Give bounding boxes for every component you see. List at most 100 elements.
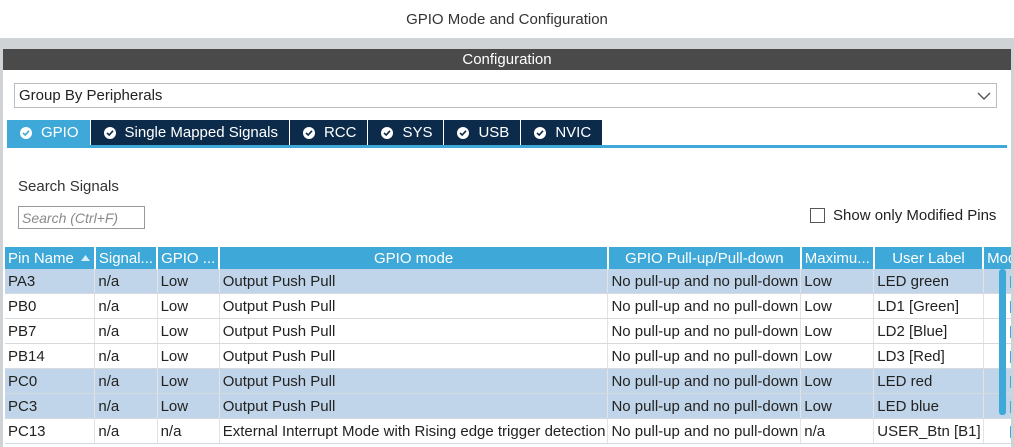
user-label-cell: LED green: [873, 269, 984, 294]
table-row[interactable]: PB0 n/a Low Output Push Pull No pull-up and …: [5, 293, 1011, 319]
pin-name-cell: PC13: [5, 418, 96, 444]
tab-single-mapped-signals[interactable]: Single Mapped Signals: [90, 120, 289, 145]
max-speed-cell: Low: [800, 318, 875, 344]
gpio-mode-cell: Output Push Pull: [219, 343, 609, 369]
pin-name-cell: PB14: [5, 343, 96, 369]
tab-label: RCC: [323, 124, 357, 141]
table-row[interactable]: PB7 n/a Low Output Push Pull No pull-up and …: [5, 318, 1011, 344]
column-header-gpio-mode[interactable]: GPIO mode: [219, 247, 609, 269]
group-by-value: Group By Peripherals: [19, 87, 163, 104]
show-modified-label: Show only Modified Pins: [833, 207, 997, 224]
table-row[interactable]: PC0 n/a Low Output Push Pull No pull-up and …: [5, 368, 1011, 394]
pull-cell: No pull-up and no pull-down: [607, 393, 802, 419]
pin-name-cell: PC0: [5, 368, 96, 394]
max-speed-cell: n/a: [800, 418, 875, 444]
modified-cell: [983, 269, 1011, 294]
user-label-cell: LED red: [873, 368, 984, 394]
modified-cell: [983, 343, 1011, 369]
modified-cell: [983, 293, 1011, 319]
checkbox-checked-icon: [1010, 325, 1011, 338]
configuration-header: Configuration: [3, 49, 1011, 70]
user-label-cell: USER_Btn [B1]: [873, 418, 984, 444]
signal-cell: n/a: [94, 318, 158, 344]
modified-cell: [983, 368, 1011, 394]
column-header-pull[interactable]: GPIO Pull-up/Pull-down: [607, 247, 802, 269]
column-header-modified[interactable]: Modified: [983, 247, 1011, 269]
user-label-cell: LD2 [Blue]: [873, 318, 984, 344]
column-header-max-speed[interactable]: Maximu...: [800, 247, 875, 269]
tab-gpio[interactable]: GPIO: [7, 120, 90, 145]
check-circle-icon: [534, 126, 547, 139]
user-label-cell: LD1 [Green]: [873, 293, 984, 319]
chevron-down-icon: [977, 92, 991, 100]
gpio-level-cell: Low: [157, 393, 220, 419]
pull-cell: No pull-up and no pull-down: [607, 293, 802, 319]
pin-name-cell: PB0: [5, 293, 96, 319]
table-row[interactable]: PA3 n/a Low Output Push Pull No pull-up and …: [5, 269, 1011, 294]
signal-cell: n/a: [94, 293, 158, 319]
checkbox-checked-icon: [1010, 350, 1011, 363]
column-header-user-label[interactable]: User Label: [873, 247, 985, 269]
tab-rcc[interactable]: RCC: [289, 120, 368, 145]
table-row[interactable]: PC13 n/a n/a External Interrupt Mode with R…: [5, 418, 1011, 444]
tabs-underline: [7, 145, 1007, 148]
column-header-pin-name[interactable]: Pin Name: [5, 247, 96, 269]
pin-table: Pin Name Signal... GPIO ... GPIO mode GP…: [5, 247, 1011, 444]
checkbox-checked-icon: [1010, 275, 1011, 288]
table-row[interactable]: PC3 n/a Low Output Push Pull No pull-up and …: [5, 393, 1011, 419]
search-label: Search Signals: [18, 178, 119, 195]
modified-cell: [983, 393, 1011, 419]
checkbox-checked-icon: [1010, 375, 1011, 388]
pin-name-cell: PA3: [5, 269, 96, 294]
search-input[interactable]: [18, 206, 145, 229]
signal-cell: n/a: [94, 368, 158, 394]
modified-cell: [983, 318, 1011, 344]
checkbox-icon: [810, 208, 825, 223]
signal-cell: n/a: [94, 343, 158, 369]
gpio-level-cell: Low: [157, 318, 220, 344]
tab-usb[interactable]: USB: [444, 120, 521, 145]
tab-sys[interactable]: SYS: [368, 120, 444, 145]
gpio-mode-cell: Output Push Pull: [219, 318, 609, 344]
gpio-level-cell: Low: [157, 343, 220, 369]
check-circle-icon: [457, 126, 470, 139]
configuration-panel: Configuration Group By Peripherals GPIO …: [3, 49, 1011, 447]
window-title: GPIO Mode and Configuration: [0, 0, 1014, 39]
gpio-level-cell: Low: [157, 269, 220, 294]
max-speed-cell: Low: [800, 293, 875, 319]
modified-cell: [983, 418, 1011, 444]
gpio-level-cell: Low: [157, 293, 220, 319]
peripheral-tabs: GPIO Single Mapped Signals RCC SYS USB N…: [7, 120, 603, 145]
checkbox-checked-icon: [1010, 425, 1011, 438]
gpio-level-cell: Low: [157, 368, 220, 394]
pull-cell: No pull-up and no pull-down: [607, 418, 802, 444]
column-header-signal[interactable]: Signal...: [94, 247, 159, 269]
table-header-row: Pin Name Signal... GPIO ... GPIO mode GP…: [5, 247, 1011, 269]
gpio-mode-cell: Output Push Pull: [219, 368, 609, 394]
pin-name-cell: PB7: [5, 318, 96, 344]
gpio-level-cell: n/a: [157, 418, 220, 444]
signal-cell: n/a: [94, 418, 158, 444]
max-speed-cell: Low: [800, 393, 875, 419]
check-circle-icon: [103, 126, 116, 139]
checkbox-checked-icon: [1010, 300, 1011, 313]
pull-cell: No pull-up and no pull-down: [607, 318, 802, 344]
max-speed-cell: Low: [800, 269, 875, 294]
gpio-mode-cell: Output Push Pull: [219, 269, 609, 294]
checkbox-checked-icon: [1010, 400, 1011, 413]
tab-nvic[interactable]: NVIC: [521, 120, 603, 145]
table-row[interactable]: PB14 n/a Low Output Push Pull No pull-up and…: [5, 343, 1011, 369]
signal-cell: n/a: [94, 269, 158, 294]
tab-label: SYS: [402, 124, 433, 141]
gpio-mode-cell: Output Push Pull: [219, 293, 609, 319]
group-by-select[interactable]: Group By Peripherals: [14, 83, 997, 108]
tab-label: USB: [478, 124, 510, 141]
signal-cell: n/a: [94, 393, 158, 419]
gpio-mode-cell: Output Push Pull: [219, 393, 609, 419]
vertical-scrollbar[interactable]: [999, 269, 1006, 415]
pull-cell: No pull-up and no pull-down: [607, 368, 802, 394]
tab-label: GPIO: [41, 124, 79, 141]
column-header-gpio-output-level[interactable]: GPIO ...: [157, 247, 221, 269]
show-modified-checkbox[interactable]: Show only Modified Pins: [810, 207, 996, 224]
pull-cell: No pull-up and no pull-down: [607, 343, 802, 369]
